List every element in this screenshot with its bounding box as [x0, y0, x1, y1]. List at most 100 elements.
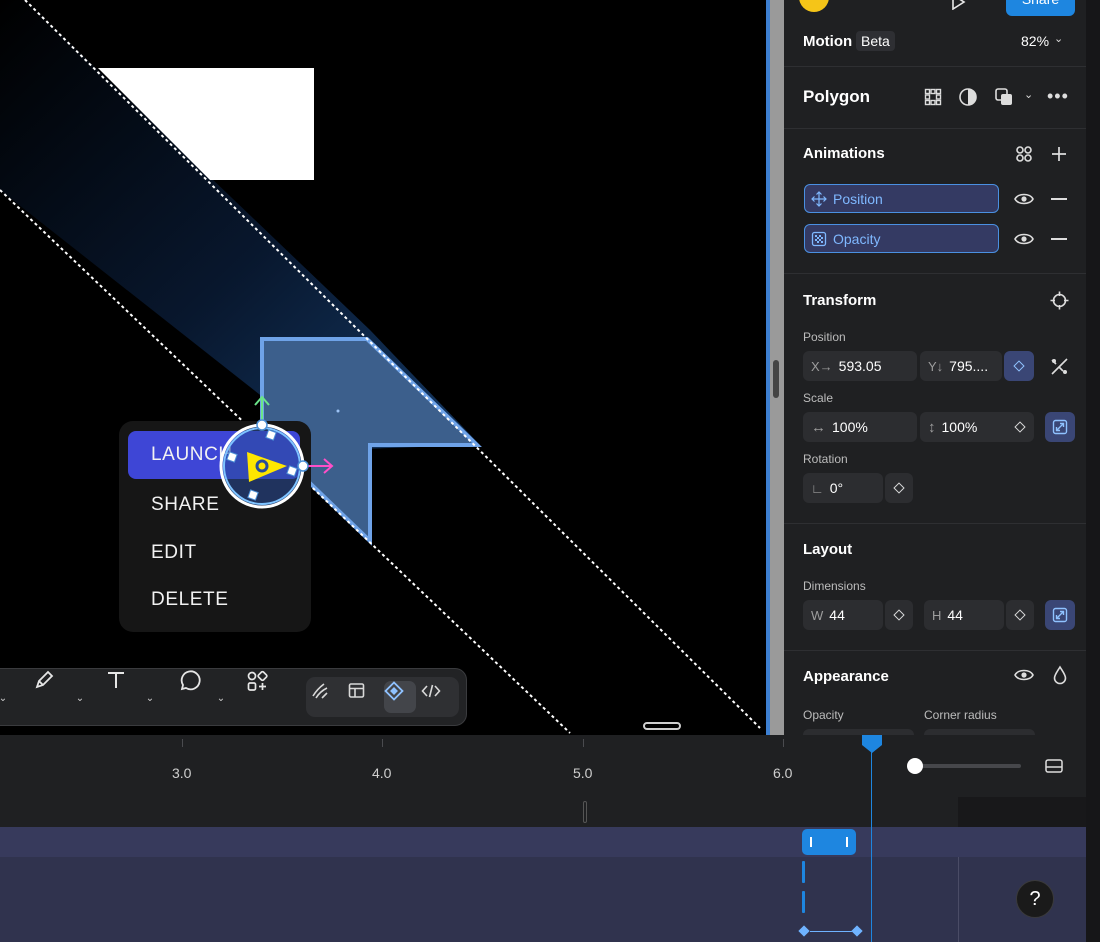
constrain-proportions-button[interactable] — [1045, 412, 1075, 442]
animations-title: Animations — [803, 145, 885, 162]
track-resize-handle[interactable] — [583, 801, 587, 823]
code-mode-button[interactable] — [421, 681, 453, 713]
track-end-region — [958, 797, 1086, 827]
motion-path-icon[interactable] — [1050, 357, 1069, 376]
layer-name: Polygon — [803, 87, 871, 106]
add-icon[interactable] — [1050, 145, 1068, 163]
design-canvas[interactable]: LAUNCH SHARE EDIT DELETE ⌄ ⌄ ⌄ ⌄ — [0, 0, 766, 735]
tick-label: 6.0 — [773, 765, 793, 781]
drop-icon[interactable] — [1052, 665, 1068, 685]
tick-label: 3.0 — [172, 765, 192, 781]
chevron-down-icon[interactable]: ⌄ — [73, 669, 87, 727]
motion-mode-button[interactable] — [384, 681, 416, 713]
position-y-field[interactable]: Y↓ 795.... — [920, 351, 1002, 381]
keyframe-bar[interactable] — [802, 861, 805, 883]
position-x-value: 593.05 — [838, 358, 882, 374]
keyframe-segment[interactable] — [802, 829, 856, 855]
opacity-icon — [811, 231, 827, 246]
width-keyframe-button[interactable] — [885, 600, 913, 630]
zoom-level[interactable]: 82% — [1021, 33, 1049, 49]
position-y-value: 795.... — [949, 358, 989, 374]
chevron-down-icon[interactable]: ⌄ — [0, 669, 11, 727]
eye-icon[interactable] — [1014, 231, 1034, 247]
animation-chip-opacity[interactable]: Opacity — [804, 224, 999, 253]
chevron-down-icon[interactable]: ⌄ — [143, 669, 157, 727]
bottom-toolbar: ⌄ ⌄ ⌄ ⌄ — [0, 668, 467, 726]
height-keyframe-button[interactable] — [1006, 600, 1034, 630]
chevron-down-icon[interactable]: ⌄ — [1024, 88, 1033, 101]
canvas-drawing — [0, 0, 761, 734]
table-mode-button[interactable] — [347, 681, 379, 713]
track-end-line — [958, 857, 959, 942]
layer-track-row[interactable] — [0, 797, 1086, 827]
share-button[interactable]: Share — [1006, 0, 1075, 16]
constrain-icon — [1052, 607, 1068, 623]
ruler-tick — [382, 739, 383, 747]
eye-icon[interactable] — [1014, 667, 1034, 683]
tick-label: 4.0 — [372, 765, 392, 781]
eye-icon[interactable] — [1014, 191, 1034, 207]
position-keyframe-button[interactable] — [1004, 351, 1034, 381]
canvas-scrollbar-thumb[interactable] — [773, 360, 779, 398]
zoom-slider-track[interactable] — [908, 764, 1021, 768]
height-field[interactable]: H 44 — [924, 600, 1004, 630]
play-icon[interactable] — [950, 0, 966, 10]
time-ruler[interactable]: 3.0 4.0 5.0 6.0 — [0, 735, 870, 798]
width-field[interactable]: W 44 — [803, 600, 883, 630]
zoom-slider-thumb[interactable] — [907, 758, 923, 774]
animation-track-rows[interactable] — [0, 857, 1086, 942]
remove-icon[interactable] — [1051, 238, 1067, 240]
text-tool-button[interactable] — [105, 669, 139, 727]
divider — [784, 66, 1086, 67]
presets-icon[interactable] — [1015, 145, 1033, 163]
keyframe-diamond[interactable] — [798, 925, 810, 937]
chevron-down-icon[interactable]: ⌄ — [214, 669, 228, 727]
selected-track-row[interactable] — [0, 827, 1086, 857]
crosshair-icon[interactable] — [1050, 291, 1069, 310]
table-icon — [348, 683, 365, 698]
motion-icon — [384, 681, 404, 701]
keyframe-icon — [893, 482, 905, 494]
position-x-field[interactable]: X→ 593.05 — [803, 351, 917, 381]
draw-mode-button[interactable] — [310, 681, 342, 713]
menu-item-delete[interactable]: DELETE — [128, 576, 300, 624]
more-icon[interactable]: ••• — [1047, 86, 1069, 107]
chevron-down-icon[interactable]: ⌄ — [1054, 32, 1063, 45]
constrain-dimensions-button[interactable] — [1045, 600, 1075, 630]
rotation-keyframe-button[interactable] — [885, 473, 913, 503]
divider — [784, 128, 1086, 129]
animation-label: Position — [833, 190, 883, 207]
panel-toggle-icon[interactable] — [1045, 759, 1063, 773]
remove-icon[interactable] — [1051, 198, 1067, 200]
keyframe-icon — [1013, 360, 1025, 372]
scale-height-value: 100% — [941, 419, 978, 435]
timeline-zoom-area — [872, 735, 1086, 798]
components-icon — [247, 670, 268, 691]
ruler-tick — [182, 739, 183, 747]
menu-item-edit[interactable]: EDIT — [128, 529, 300, 577]
avatar[interactable] — [799, 0, 829, 12]
grid-icon[interactable] — [924, 88, 942, 106]
mode-switcher — [306, 677, 459, 717]
playhead-handle[interactable] — [862, 735, 882, 753]
scale-label: Scale — [803, 391, 834, 405]
animation-chip-position[interactable]: Position — [804, 184, 999, 213]
divider — [784, 523, 1086, 524]
keyframe-diamond[interactable] — [851, 925, 863, 937]
transform-gizmo[interactable] — [205, 390, 345, 520]
rotation-field[interactable]: ∟ 0° — [803, 473, 883, 503]
height-value: 44 — [947, 607, 963, 623]
width-value: 44 — [829, 607, 845, 623]
help-button[interactable]: ? — [1016, 880, 1054, 918]
boolean-icon[interactable] — [994, 87, 1014, 107]
pen-tool-button[interactable] — [33, 669, 73, 727]
keyframe-bar[interactable] — [802, 891, 805, 913]
contrast-icon[interactable] — [958, 87, 978, 107]
draw-icon — [312, 683, 328, 699]
scale-width-field[interactable]: ↔ 100% — [803, 412, 917, 442]
motion-title: Motion — [803, 33, 853, 50]
shape-tool-button[interactable] — [177, 669, 211, 727]
playhead-line — [871, 735, 872, 942]
components-tool-button[interactable] — [245, 669, 279, 727]
x-prefix: X→ — [811, 358, 833, 374]
